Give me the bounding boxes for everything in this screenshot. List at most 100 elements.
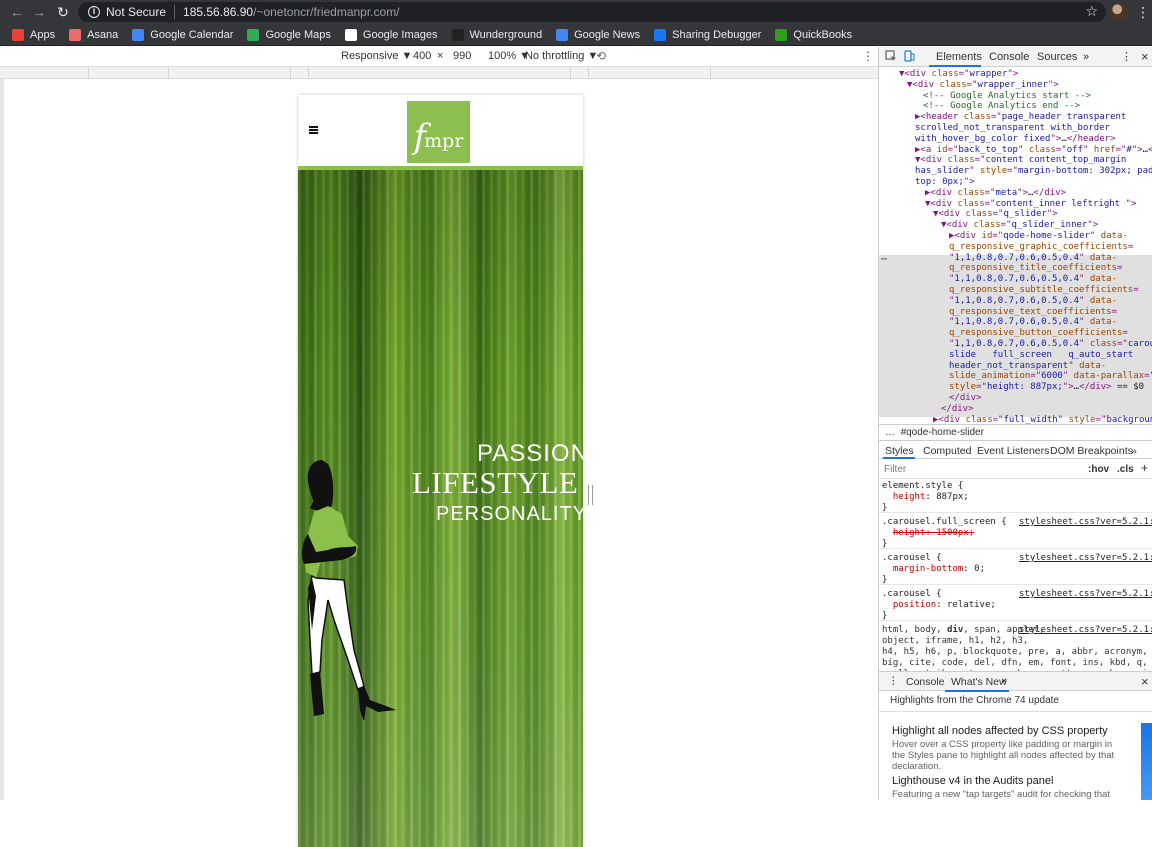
css-rule-line[interactable]: } bbox=[882, 539, 887, 550]
bookmark-item[interactable]: Google Calendar bbox=[132, 28, 233, 41]
css-rule-line[interactable]: .carousel { bbox=[882, 589, 942, 600]
device-toggle-icon[interactable] bbox=[903, 50, 915, 62]
node-actions-icon[interactable]: ⋯ bbox=[881, 254, 887, 266]
css-rule-line[interactable]: h4, h5, h6, p, blockquote, pre, a, abbr,… bbox=[882, 647, 1152, 658]
dom-node-line[interactable]: <!-- Google Analytics start --> bbox=[923, 91, 1091, 102]
tab-sources[interactable]: Sources bbox=[1037, 51, 1077, 63]
close-drawer-icon[interactable]: × bbox=[1141, 674, 1149, 689]
css-rule-line[interactable]: } bbox=[882, 611, 887, 622]
inspect-element-icon[interactable] bbox=[885, 50, 897, 62]
bookmark-item[interactable]: Google Maps bbox=[247, 28, 331, 41]
reload-icon[interactable]: ↻ bbox=[52, 0, 74, 24]
news-title[interactable]: Lighthouse v4 in the Audits panel bbox=[892, 775, 1053, 787]
rotate-icon[interactable]: ⟲ bbox=[596, 49, 606, 63]
tab-styles[interactable]: Styles bbox=[885, 445, 914, 457]
tab-elements[interactable]: Elements bbox=[936, 51, 982, 63]
breadcrumb-more[interactable]: … bbox=[885, 427, 895, 438]
dom-node-line[interactable]: header_not_transparent" data- bbox=[949, 361, 1106, 372]
dom-node-line[interactable]: slide_animation="6000" data-parallax="ye… bbox=[949, 371, 1152, 382]
bookmark-item[interactable]: Asana bbox=[69, 28, 118, 41]
stylesheet-link[interactable]: stylesheet.css?ver=5.2.1:2 bbox=[1019, 625, 1152, 636]
viewport-resize-handle[interactable] bbox=[588, 485, 593, 505]
height-input[interactable]: 990 bbox=[453, 50, 471, 62]
dom-node-line[interactable]: </div> bbox=[949, 393, 982, 404]
ruler-segment[interactable] bbox=[308, 67, 570, 79]
close-tab-icon[interactable]: × bbox=[1001, 675, 1007, 687]
breadcrumb-item[interactable]: #qode-home-slider bbox=[901, 427, 984, 438]
dom-node-line[interactable]: q_responsive_text_coefficients= bbox=[949, 307, 1117, 318]
css-rule-line[interactable]: margin-bottom: 0; bbox=[882, 564, 985, 575]
css-rule-line[interactable]: .carousel { bbox=[882, 553, 942, 564]
bookmark-item[interactable]: Apps bbox=[12, 28, 55, 41]
dom-node-line[interactable]: ▶<div id="qode-home-slider" data- bbox=[949, 231, 1128, 242]
dom-node-line[interactable]: style="height: 887px;">…</div> == $0 bbox=[949, 382, 1144, 393]
dom-node-line[interactable]: "1,1,0.8,0.7,0.6,0.5,0.4" data- bbox=[949, 296, 1117, 307]
tab-event-listeners[interactable]: Event Listeners bbox=[977, 445, 1049, 457]
address-bar[interactable]: i Not Secure 185.56.86.90/~onetoncr/frie… bbox=[78, 2, 1106, 22]
throttle-select[interactable]: No throttling ▼ bbox=[525, 50, 598, 62]
dom-node-line[interactable]: ▼<div class="q_slider"> bbox=[933, 209, 1058, 220]
ruler-segment[interactable] bbox=[88, 67, 168, 79]
ruler-segment[interactable] bbox=[168, 67, 290, 79]
bookmark-item[interactable]: Sharing Debugger bbox=[654, 28, 761, 41]
more-tabs-button[interactable]: » bbox=[1083, 51, 1089, 63]
device-menu-icon[interactable]: ⋮ bbox=[862, 49, 874, 63]
styles-filter-input[interactable]: Filter bbox=[884, 464, 906, 475]
info-icon[interactable]: i bbox=[88, 6, 100, 18]
bookmark-item[interactable]: Google Images bbox=[344, 28, 438, 41]
new-rule-button[interactable]: + bbox=[1141, 461, 1148, 475]
ruler-segment[interactable] bbox=[290, 67, 308, 79]
tab-computed[interactable]: Computed bbox=[923, 445, 971, 457]
zoom-select[interactable]: 100% ▼ bbox=[488, 50, 530, 62]
tab-dom-breakpoints[interactable]: DOM Breakpoints bbox=[1050, 445, 1133, 457]
device-select[interactable]: Responsive ▼ bbox=[341, 50, 412, 62]
drawer-tab-console[interactable]: Console bbox=[906, 676, 945, 688]
width-input[interactable]: 400 bbox=[413, 50, 431, 62]
dom-node-line[interactable]: q_responsive_title_coefficients= bbox=[949, 263, 1122, 274]
back-arrow-icon[interactable]: ← bbox=[6, 0, 28, 24]
stylesheet-link[interactable]: stylesheet.css?ver=5.2.1:7770 bbox=[1019, 517, 1152, 528]
stylesheet-link[interactable]: stylesheet.css?ver=5.2.1:7476 bbox=[1019, 589, 1152, 600]
devtools-menu-icon[interactable]: ⋮ bbox=[1121, 50, 1132, 63]
stylesheet-link[interactable]: stylesheet.css?ver=5.2.1:7772 bbox=[1019, 553, 1152, 564]
dom-node-line[interactable]: </div> bbox=[941, 404, 974, 415]
ruler-segment[interactable] bbox=[570, 67, 588, 79]
site-logo[interactable]: f mpr bbox=[407, 101, 470, 163]
bookmark-item[interactable]: Wunderground bbox=[451, 28, 542, 41]
bookmark-item[interactable]: Google News bbox=[556, 28, 640, 41]
dom-node-line[interactable]: slide full_screen q_auto_start bbox=[949, 350, 1133, 361]
dom-node-line[interactable]: has_slider" style="margin-bottom: 302px;… bbox=[915, 166, 1152, 177]
dom-node-line[interactable]: "1,1,0.8,0.7,0.6,0.5,0.4" data- bbox=[949, 317, 1117, 328]
ruler-segment[interactable] bbox=[588, 67, 710, 79]
hamburger-menu-icon[interactable] bbox=[309, 126, 318, 134]
css-rule-line[interactable]: } bbox=[882, 503, 887, 514]
dom-node-line[interactable]: ▶<header class="page_header transparent bbox=[915, 112, 1126, 123]
css-rule-line[interactable]: big, cite, code, del, dfn, em, font, ins… bbox=[882, 658, 1152, 669]
css-rule-line[interactable]: height: 887px; bbox=[882, 492, 969, 503]
css-rule-line[interactable]: height: 1500px; bbox=[882, 528, 974, 539]
star-icon[interactable]: ☆ bbox=[1085, 3, 1098, 20]
drawer-menu-icon[interactable]: ⋮ bbox=[888, 675, 899, 687]
dom-node-line[interactable]: "1,1,0.8,0.7,0.6,0.5,0.4" data- bbox=[949, 274, 1117, 285]
css-rule-line[interactable]: .carousel.full_screen { bbox=[882, 517, 1007, 528]
dom-node-line[interactable]: ▼<div class="q_slider_inner"> bbox=[941, 220, 1098, 231]
dom-node-line[interactable]: ▼<div class="wrapper"> bbox=[899, 69, 1018, 80]
more-style-tabs-button[interactable]: » bbox=[1131, 445, 1137, 457]
dom-node-line[interactable]: q_responsive_graphic_coefficients= bbox=[949, 242, 1133, 253]
close-devtools-icon[interactable]: × bbox=[1141, 49, 1149, 64]
hover-state-toggle[interactable]: :hov bbox=[1088, 464, 1109, 475]
dom-node-line[interactable]: ▼<div class="content_inner leftright "> bbox=[925, 199, 1136, 210]
media-query-ruler[interactable] bbox=[0, 67, 878, 79]
dom-node-line[interactable]: ▶<div class="meta">…</div> bbox=[925, 188, 1066, 199]
css-rule-line[interactable]: } bbox=[882, 575, 887, 586]
ruler-segment[interactable] bbox=[710, 67, 790, 79]
class-toggle[interactable]: .cls bbox=[1117, 464, 1134, 475]
dom-node-line[interactable]: ▼<div class="wrapper_inner"> bbox=[907, 80, 1059, 91]
dom-node-line[interactable]: q_responsive_button_coefficients= bbox=[949, 328, 1128, 339]
dom-node-line[interactable]: <!-- Google Analytics end --> bbox=[923, 101, 1080, 112]
dom-node-line[interactable]: top: 0px;"> bbox=[915, 177, 975, 188]
news-title[interactable]: Highlight all nodes affected by CSS prop… bbox=[892, 725, 1108, 737]
dom-node-line[interactable]: q_responsive_subtitle_coefficients= bbox=[949, 285, 1139, 296]
drawer-tab-whats-new[interactable]: What's New bbox=[951, 676, 1007, 688]
css-rule-line[interactable]: object, iframe, h1, h2, h3, bbox=[882, 636, 1028, 647]
